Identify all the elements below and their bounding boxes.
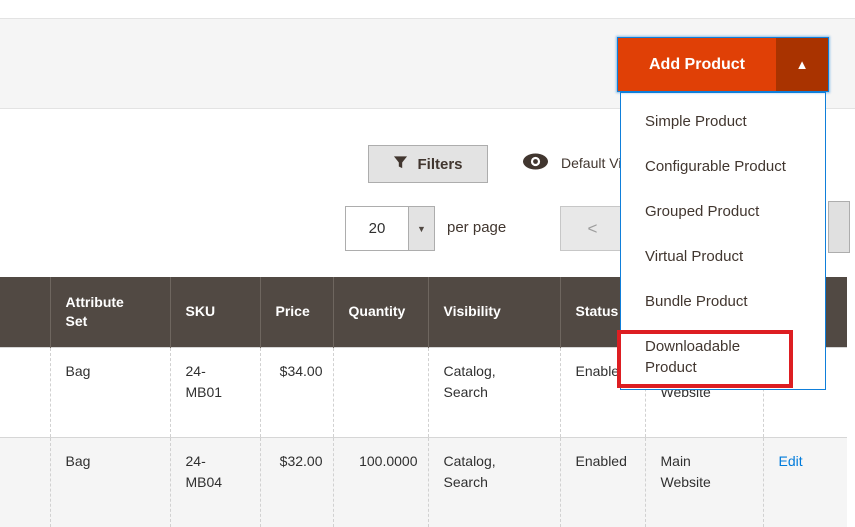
cell-sku: 24- MB04 (169, 436, 260, 527)
cell-sku: 24- MB01 (169, 346, 260, 437)
menu-item-downloadable-product[interactable]: Downloadable Product (621, 324, 825, 389)
menu-item-virtual-product[interactable]: Virtual Product (621, 234, 825, 279)
table-row[interactable]: Bag 24- MB04 $32.00 100.0000 Catalog, Se… (0, 436, 847, 527)
cell-visibility: Catalog, Search (427, 436, 560, 527)
per-page-value: 20 (368, 220, 386, 237)
cell-attribute-set: Bag (49, 346, 170, 437)
menu-item-bundle-product[interactable]: Bundle Product (621, 279, 825, 324)
per-page-select[interactable]: 20 ▼ (345, 206, 435, 251)
filters-button[interactable]: Filters (368, 145, 488, 183)
cell-price: $34.00 (259, 346, 333, 437)
cell-blank (0, 436, 50, 527)
eye-icon (522, 152, 549, 174)
previous-page-button[interactable]: < (560, 206, 625, 251)
cell-visibility: Catalog, Search (427, 346, 560, 437)
cell-quantity (332, 346, 428, 437)
filters-label: Filters (417, 155, 463, 173)
cell-websites: Main Website (644, 436, 763, 527)
cell-quantity: 100.0000 (332, 436, 428, 527)
header-sku[interactable]: SKU (169, 277, 260, 347)
add-product-button[interactable]: Add Product (618, 38, 776, 91)
next-page-button[interactable] (828, 201, 850, 253)
add-product-type-menu: Simple Product Configurable Product Grou… (620, 92, 826, 390)
edit-link[interactable]: Edit (779, 453, 803, 469)
cell-price: $32.00 (259, 436, 333, 527)
header-attribute-set[interactable]: Attribute Set (49, 277, 170, 347)
add-product-split-button[interactable]: Add Product ▲ (617, 37, 829, 92)
menu-item-simple-product[interactable]: Simple Product (621, 99, 825, 144)
add-product-toggle[interactable]: ▲ (776, 38, 828, 91)
chevron-up-icon: ▲ (795, 57, 809, 72)
cell-blank (0, 346, 50, 437)
menu-item-grouped-product[interactable]: Grouped Product (621, 189, 825, 234)
menu-item-configurable-product[interactable]: Configurable Product (621, 144, 825, 189)
header-quantity[interactable]: Quantity (332, 277, 428, 347)
filter-funnel-icon (393, 155, 408, 174)
chevron-down-icon: ▼ (408, 207, 434, 250)
cell-status: Enabled (559, 436, 645, 527)
header-price[interactable]: Price (259, 277, 333, 347)
per-page-label: per page (447, 219, 507, 236)
header-blank[interactable] (0, 277, 50, 347)
header-visibility[interactable]: Visibility (427, 277, 560, 347)
cell-attribute-set: Bag (49, 436, 170, 527)
chevron-left-icon: < (587, 218, 598, 238)
